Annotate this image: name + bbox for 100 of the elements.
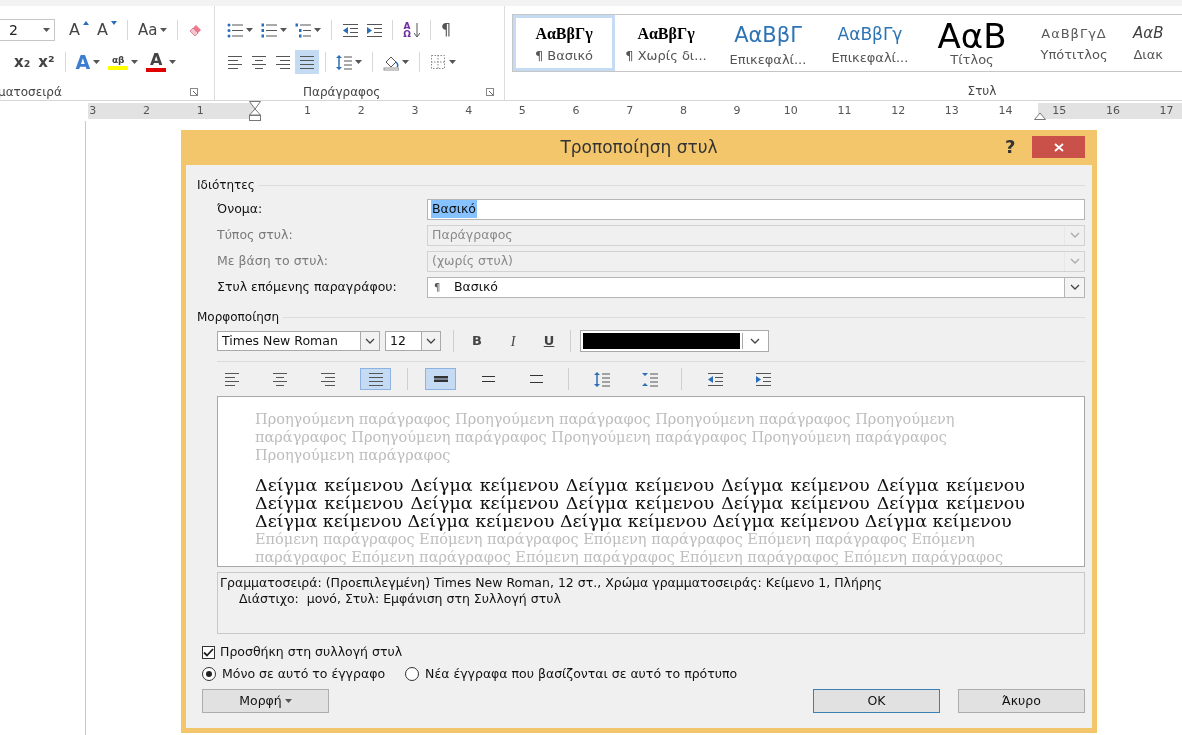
field-label: Στυλ επόμενης παραγράφου: <box>217 277 398 296</box>
chevron-icon <box>1069 232 1080 238</box>
decrease-spacing-icon <box>641 370 658 388</box>
paragraph-mark: ¶ <box>433 280 442 295</box>
close-button[interactable] <box>1032 136 1085 158</box>
sort-button[interactable]: AΩ <box>399 18 424 42</box>
ruler-number: 13 <box>944 103 959 119</box>
font-size-field[interactable]: 2 <box>0 19 55 41</box>
justify-icon <box>367 370 384 388</box>
align-left-icon <box>223 370 240 388</box>
checkbox-label: Προσθήκη στη συλλογή στυλ <box>220 642 403 661</box>
chevron-icon <box>749 338 760 344</box>
chevron-icon <box>1069 258 1080 264</box>
align-right-icon <box>275 53 291 71</box>
preview-line: παράγραφος Επόμενη παράγραφος Επόμενη παράγραφος Επόμενη παράγραφος Επόμενη παράγραφος <box>255 548 1004 566</box>
radio-button[interactable] <box>405 667 420 681</box>
font-color-button[interactable]: A <box>142 50 181 74</box>
ok-button[interactable]: OK <box>813 689 940 713</box>
indent-marker[interactable] <box>1034 112 1046 120</box>
style-item[interactable]: AαB Διακ <box>1125 15 1167 71</box>
caret-icon <box>169 60 177 64</box>
single-spacing-button[interactable] <box>425 368 456 390</box>
preview-line: Επόμενη παράγραφος Επόμενη παράγραφος Επόμενη παράγραφος Επόμενη παράγραφος Επόμενη <box>255 531 975 548</box>
borders-icon <box>430 53 446 71</box>
dialog-launcher-icon <box>190 88 198 96</box>
justify-button[interactable] <box>360 368 391 390</box>
section-header: Μορφοποίηση <box>197 309 279 326</box>
caret-icon <box>402 60 409 64</box>
up-caret-icon <box>82 21 89 25</box>
caret-icon <box>355 60 362 64</box>
ruler-number: 7 <box>626 103 634 119</box>
indent-marker[interactable] <box>249 101 261 121</box>
window-title: Τροποποίηση στυλ <box>560 135 718 159</box>
change-case-button[interactable]: Aa <box>133 18 172 42</box>
underline-button[interactable]: U <box>534 330 564 352</box>
style-item[interactable]: AαBβΓγ ¶ Χωρίς δι... <box>615 15 717 71</box>
caret-icon <box>449 60 456 64</box>
shrink-font-button[interactable]: A <box>92 18 121 42</box>
down-caret-icon <box>110 21 117 25</box>
style-item[interactable]: AαBβΓγ Επικεφαλί... <box>819 15 921 71</box>
chevron-icon <box>426 338 436 344</box>
description-line: Γραμματοσειρά: (Προεπιλεγμένη) Times New Roman, 12 στ., Χρώμα γραμματοσειράς: Κείμενο 1, Πλήρης <box>220 575 883 591</box>
increase-indent-icon <box>754 370 771 388</box>
decrease-indent-icon <box>706 370 723 388</box>
multilevel-list-icon <box>295 21 311 39</box>
font-color-dropdown[interactable] <box>580 330 769 352</box>
dropdown-field[interactable]: ¶ Βασικό <box>427 276 1085 298</box>
numbered-list-icon <box>261 21 277 39</box>
ruler-number: 9 <box>733 103 741 119</box>
preview-line: Προηγούμενη παράγραφος <box>255 446 451 464</box>
group-label: Στυλ <box>967 83 997 100</box>
checkbox[interactable] <box>202 645 215 659</box>
close-icon <box>1053 142 1064 152</box>
ruler-number: 17 <box>1159 103 1174 119</box>
ruler-number: 5 <box>518 103 526 119</box>
ruler-number: 1 <box>304 103 312 119</box>
section-header: Ιδιότητες <box>197 177 255 194</box>
bold-button[interactable]: B <box>462 330 492 352</box>
description-line: Διάστιχο: μονό, Στυλ: Εμφάνιση στη Συλλογή στυλ <box>239 591 561 607</box>
help-button[interactable]: ? <box>1005 133 1016 160</box>
cancel-button[interactable]: Άκυρο <box>958 689 1085 713</box>
text-effects-button[interactable]: A <box>71 50 105 74</box>
field-label: Με βάση το στυλ: <box>217 251 329 270</box>
justify-button[interactable] <box>295 50 319 74</box>
chevron-icon <box>365 338 375 344</box>
style-item[interactable]: AαBβΓγΔ Υπότιτλος <box>1023 15 1125 71</box>
sample-line: Δείγμα κείμενου Δείγμα κείμενου Δείγμα κείμενου Δείγμα κείμενου Δείγμα κείμενου <box>255 476 1025 494</box>
italic-button[interactable]: I <box>498 330 528 352</box>
group-label: Παράγραφος <box>303 84 381 101</box>
caret-icon <box>284 699 292 703</box>
grow-font-button[interactable]: A <box>65 18 93 42</box>
align-center-icon <box>271 370 288 388</box>
style-item[interactable]: AαBβΓγ ¶ Βασικό <box>513 15 615 71</box>
size-dropdown[interactable]: 12 <box>385 331 441 351</box>
show-marks-button[interactable]: ¶ <box>437 18 456 42</box>
caret-icon <box>314 28 321 32</box>
ruler-number: 6 <box>572 103 580 119</box>
radio-label: Μόνο σε αυτό το έγγραφο <box>222 664 386 683</box>
caret-icon <box>43 28 50 32</box>
preview-line: Προηγούμενη παράγραφος Προηγούμενη παράγραφος Προηγούμενη παράγραφος Προηγούμενη <box>255 410 955 428</box>
radio-label: Νέα έγγραφα που βασίζονται σε αυτό το πρότυπο <box>425 664 738 683</box>
ruler-number: 8 <box>679 103 687 119</box>
style-item[interactable]: AαBβΓ Επικεφαλί... <box>717 15 819 71</box>
radio-button[interactable] <box>202 667 216 681</box>
ruler-number: 2 <box>143 103 151 119</box>
color-bar <box>108 66 129 70</box>
double-spacing-icon <box>530 375 543 383</box>
subscript-button[interactable]: x₂ <box>10 50 35 74</box>
input-field[interactable]: Βασικό <box>427 198 1085 220</box>
one-and-half-spacing-icon <box>482 376 495 382</box>
highlight-button[interactable]: αβ <box>104 50 143 74</box>
superscript-button[interactable]: x² <box>34 50 59 74</box>
caret-icon <box>280 28 287 32</box>
chevron-icon <box>1069 284 1080 290</box>
style-item[interactable]: AαB Τίτλος <box>921 15 1023 71</box>
font-dropdown[interactable]: Times New Roman <box>217 331 380 351</box>
format-menu-button[interactable]: Μορφή <box>202 689 329 713</box>
ruler-number: 16 <box>1105 103 1120 119</box>
increase-spacing-icon <box>593 370 610 388</box>
justify-icon <box>299 53 315 71</box>
